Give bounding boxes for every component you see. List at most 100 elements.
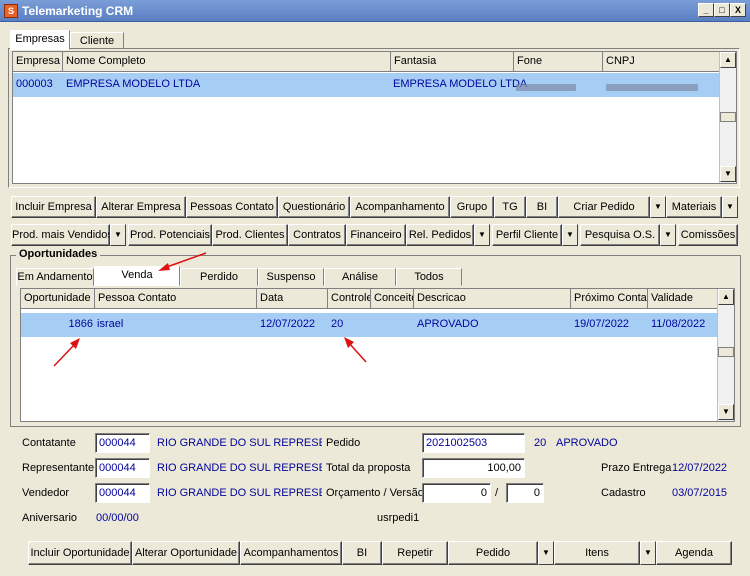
companies-scrollbar[interactable]: ▲ ▼ <box>719 52 736 183</box>
col-header-oportunidade[interactable]: Oportunidade <box>21 289 95 309</box>
representante-name: RIO GRANDE DO SUL REPRESENTAN <box>157 462 322 474</box>
companies-grid[interactable]: Empresa Nome Completo Fantasia Fone CNPJ… <box>12 51 737 184</box>
col-header-fantasia[interactable]: Fantasia <box>391 52 514 72</box>
cell-fone-redacted <box>516 81 576 93</box>
table-row[interactable]: 000003 EMPRESA MODELO LTDA EMPRESA MODEL… <box>13 73 721 97</box>
maximize-button[interactable]: □ <box>714 3 730 17</box>
perfil-cliente-button[interactable]: Perfil Cliente <box>492 224 562 246</box>
cell-cnpj-redacted <box>606 81 698 93</box>
companies-panel-body: Empresa Nome Completo Fantasia Fone CNPJ… <box>8 48 740 188</box>
tab-analise[interactable]: Análise <box>324 268 396 286</box>
questionario-button[interactable]: Questionário <box>278 196 350 218</box>
opportunities-scrollbar[interactable]: ▲ ▼ <box>717 289 734 421</box>
perfil-cliente-dropdown-icon[interactable]: ▼ <box>562 224 578 246</box>
rel-pedidos-button[interactable]: Rel. Pedidos <box>406 224 474 246</box>
col-header-nome[interactable]: Nome Completo <box>63 52 391 72</box>
companies-tab-panel: Empresas Cliente Empresa Nome Completo F… <box>8 30 740 188</box>
prod-mais-vendidos-button[interactable]: Prod. mais Vendidos <box>11 224 110 246</box>
repetir-button[interactable]: Repetir <box>382 541 448 565</box>
col-header-validade[interactable]: Validade <box>648 289 718 309</box>
cell-empresa: 000003 <box>16 78 53 90</box>
grupo-button[interactable]: Grupo <box>450 196 494 218</box>
rel-pedidos-dropdown-icon[interactable]: ▼ <box>474 224 490 246</box>
pedido-controle: 20 <box>534 437 547 449</box>
cell-nome: EMPRESA MODELO LTDA <box>66 78 201 90</box>
title-bar[interactable]: S Telemarketing CRM _ □ X <box>0 0 750 22</box>
prod-clientes-button[interactable]: Prod. Clientes <box>212 224 288 246</box>
financeiro-button[interactable]: Financeiro <box>346 224 406 246</box>
representante-code-input[interactable]: 000044 <box>95 458 150 478</box>
comissoes-button[interactable]: Comissões <box>678 224 738 246</box>
col-header-data[interactable]: Data <box>257 289 328 309</box>
scroll-thumb[interactable] <box>720 112 736 122</box>
contratante-label: Contatante <box>22 437 76 449</box>
alterar-oportunidade-button[interactable]: Alterar Oportunidade <box>132 541 240 565</box>
cadastro-label: Cadastro <box>601 487 646 499</box>
tg-button[interactable]: TG <box>494 196 526 218</box>
itens-button[interactable]: Itens <box>554 541 640 565</box>
scroll-down-icon[interactable]: ▼ <box>718 404 734 420</box>
versao-input[interactable]: 0 <box>506 483 544 503</box>
tab-empresas[interactable]: Empresas <box>10 30 70 50</box>
oportunidades-title: Oportunidades <box>16 248 101 260</box>
pedido-button[interactable]: Pedido <box>448 541 538 565</box>
cell-validade: 11/08/2022 <box>651 318 706 330</box>
pedido-dropdown-icon[interactable]: ▼ <box>538 541 554 565</box>
contratos-button[interactable]: Contratos <box>288 224 346 246</box>
cell-controle: 20 <box>331 318 344 330</box>
tab-em-andamento[interactable]: Em Andamento <box>16 268 94 286</box>
vendedor-code-input[interactable]: 000044 <box>95 483 150 503</box>
cell-pessoa-contato: israel <box>97 318 124 330</box>
prod-potenciais-button[interactable]: Prod. Potenciais <box>128 224 212 246</box>
annotation-arrow-icon <box>53 338 80 367</box>
col-header-cnpj[interactable]: CNPJ <box>603 52 721 72</box>
acompanhamentos-button[interactable]: Acompanhamentos <box>240 541 342 565</box>
bi-button[interactable]: BI <box>526 196 558 218</box>
agenda-button[interactable]: Agenda <box>656 541 732 565</box>
cadastro-value: 03/07/2015 <box>672 487 728 499</box>
prazo-entrega-label: Prazo Entrega <box>601 462 672 474</box>
itens-dropdown-icon[interactable]: ▼ <box>640 541 656 565</box>
alterar-empresa-button[interactable]: Alterar Empresa <box>96 196 186 218</box>
col-header-controle[interactable]: Controle <box>328 289 371 309</box>
scroll-up-icon[interactable]: ▲ <box>720 52 736 68</box>
col-header-fone[interactable]: Fone <box>514 52 603 72</box>
scroll-thumb[interactable] <box>718 347 734 357</box>
orcamento-versao-label: Orçamento / Versão <box>326 487 424 499</box>
total-proposta-input[interactable]: 100,00 <box>422 458 525 478</box>
col-header-empresa[interactable]: Empresa <box>13 52 63 72</box>
col-header-pessoa-contato[interactable]: Pessoa Contato <box>95 289 257 309</box>
pesquisa-os-dropdown-icon[interactable]: ▼ <box>660 224 676 246</box>
col-header-proximo-contato[interactable]: Próximo Contato <box>571 289 648 309</box>
col-header-conceito[interactable]: Conceito <box>371 289 414 309</box>
opportunity-tabs: Em Andamento Venda Perdido Suspenso Anál… <box>16 266 462 286</box>
contratante-code-input[interactable]: 000044 <box>95 433 150 453</box>
incluir-empresa-button[interactable]: Incluir Empresa <box>11 196 96 218</box>
incluir-oportunidade-button[interactable]: Incluir Oportunidade <box>28 541 132 565</box>
pesquisa-os-button[interactable]: Pesquisa O.S. <box>580 224 660 246</box>
close-button[interactable]: X <box>730 3 746 17</box>
criar-pedido-button[interactable]: Criar Pedido <box>558 196 650 218</box>
bi-oportunidade-button[interactable]: BI <box>342 541 382 565</box>
col-header-descricao[interactable]: Descricao <box>414 289 571 309</box>
criar-pedido-dropdown-icon[interactable]: ▼ <box>650 196 666 218</box>
tab-suspenso[interactable]: Suspenso <box>258 268 324 286</box>
materiais-button[interactable]: Materiais <box>666 196 722 218</box>
scroll-down-icon[interactable]: ▼ <box>720 166 736 182</box>
annotation-arrow-icon <box>158 252 207 271</box>
aniversario-value: 00/00/00 <box>96 512 139 524</box>
tab-todos[interactable]: Todos <box>396 268 462 286</box>
pedido-label: Pedido <box>326 437 361 449</box>
prod-mais-vendidos-dropdown-icon[interactable]: ▼ <box>110 224 126 246</box>
minimize-button[interactable]: _ <box>698 3 714 17</box>
opportunities-grid[interactable]: Oportunidade Pessoa Contato Data Control… <box>20 288 735 422</box>
representante-label: Representante <box>22 462 95 474</box>
acompanhamento-button[interactable]: Acompanhamento <box>350 196 450 218</box>
pessoas-contato-button[interactable]: Pessoas Contato <box>186 196 278 218</box>
orcamento-input[interactable]: 0 <box>422 483 491 503</box>
pedido-input[interactable]: 2021002503 <box>422 433 525 453</box>
window-title: Telemarketing CRM <box>22 4 134 18</box>
versao-separator: / <box>495 487 499 499</box>
scroll-up-icon[interactable]: ▲ <box>718 289 734 305</box>
materiais-dropdown-icon[interactable]: ▼ <box>722 196 738 218</box>
